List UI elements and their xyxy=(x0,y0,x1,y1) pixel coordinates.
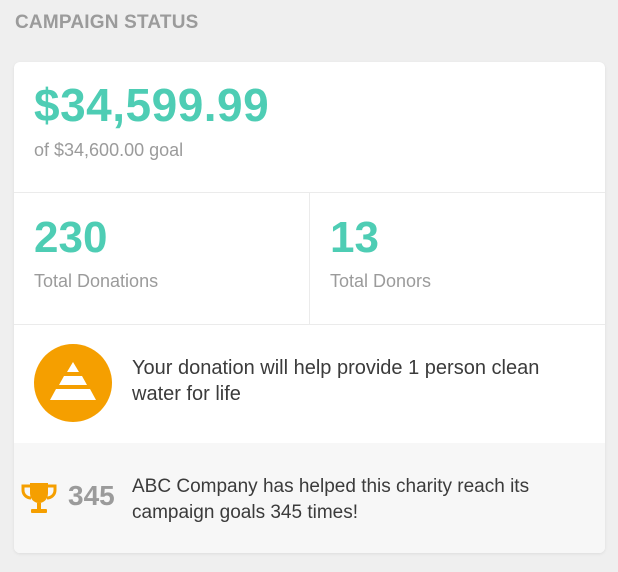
campaign-status-card: $34,599.99 of $34,600.00 goal 230 Total … xyxy=(14,62,605,553)
raised-amount: $34,599.99 xyxy=(34,79,270,131)
total-donors-stat: 13 Total Donors xyxy=(310,193,605,324)
total-donors-value: 13 xyxy=(330,213,379,262)
total-donations-stat: 230 Total Donations xyxy=(14,193,310,324)
section-title: CAMPAIGN STATUS xyxy=(15,12,199,33)
trophy-icon xyxy=(19,479,59,519)
company-count: 345 xyxy=(68,480,115,511)
stats-row: 230 Total Donations 13 Total Donors xyxy=(14,193,605,325)
goal-text: of $34,600.00 goal xyxy=(34,140,184,160)
total-donors-label: Total Donors xyxy=(330,271,432,291)
total-donations-label: Total Donations xyxy=(34,271,159,291)
total-donations-value: 230 xyxy=(34,213,108,262)
water-drop-pyramid-icon xyxy=(34,344,112,422)
company-text: ABC Company has helped this charity reac… xyxy=(132,476,530,523)
impact-section: Your donation will help provide 1 person… xyxy=(14,325,605,443)
raised-section: $34,599.99 of $34,600.00 goal xyxy=(14,62,605,193)
impact-text: Your donation will help provide 1 person… xyxy=(132,357,540,405)
company-section: 345 ABC Company has helped this charity … xyxy=(14,443,605,553)
